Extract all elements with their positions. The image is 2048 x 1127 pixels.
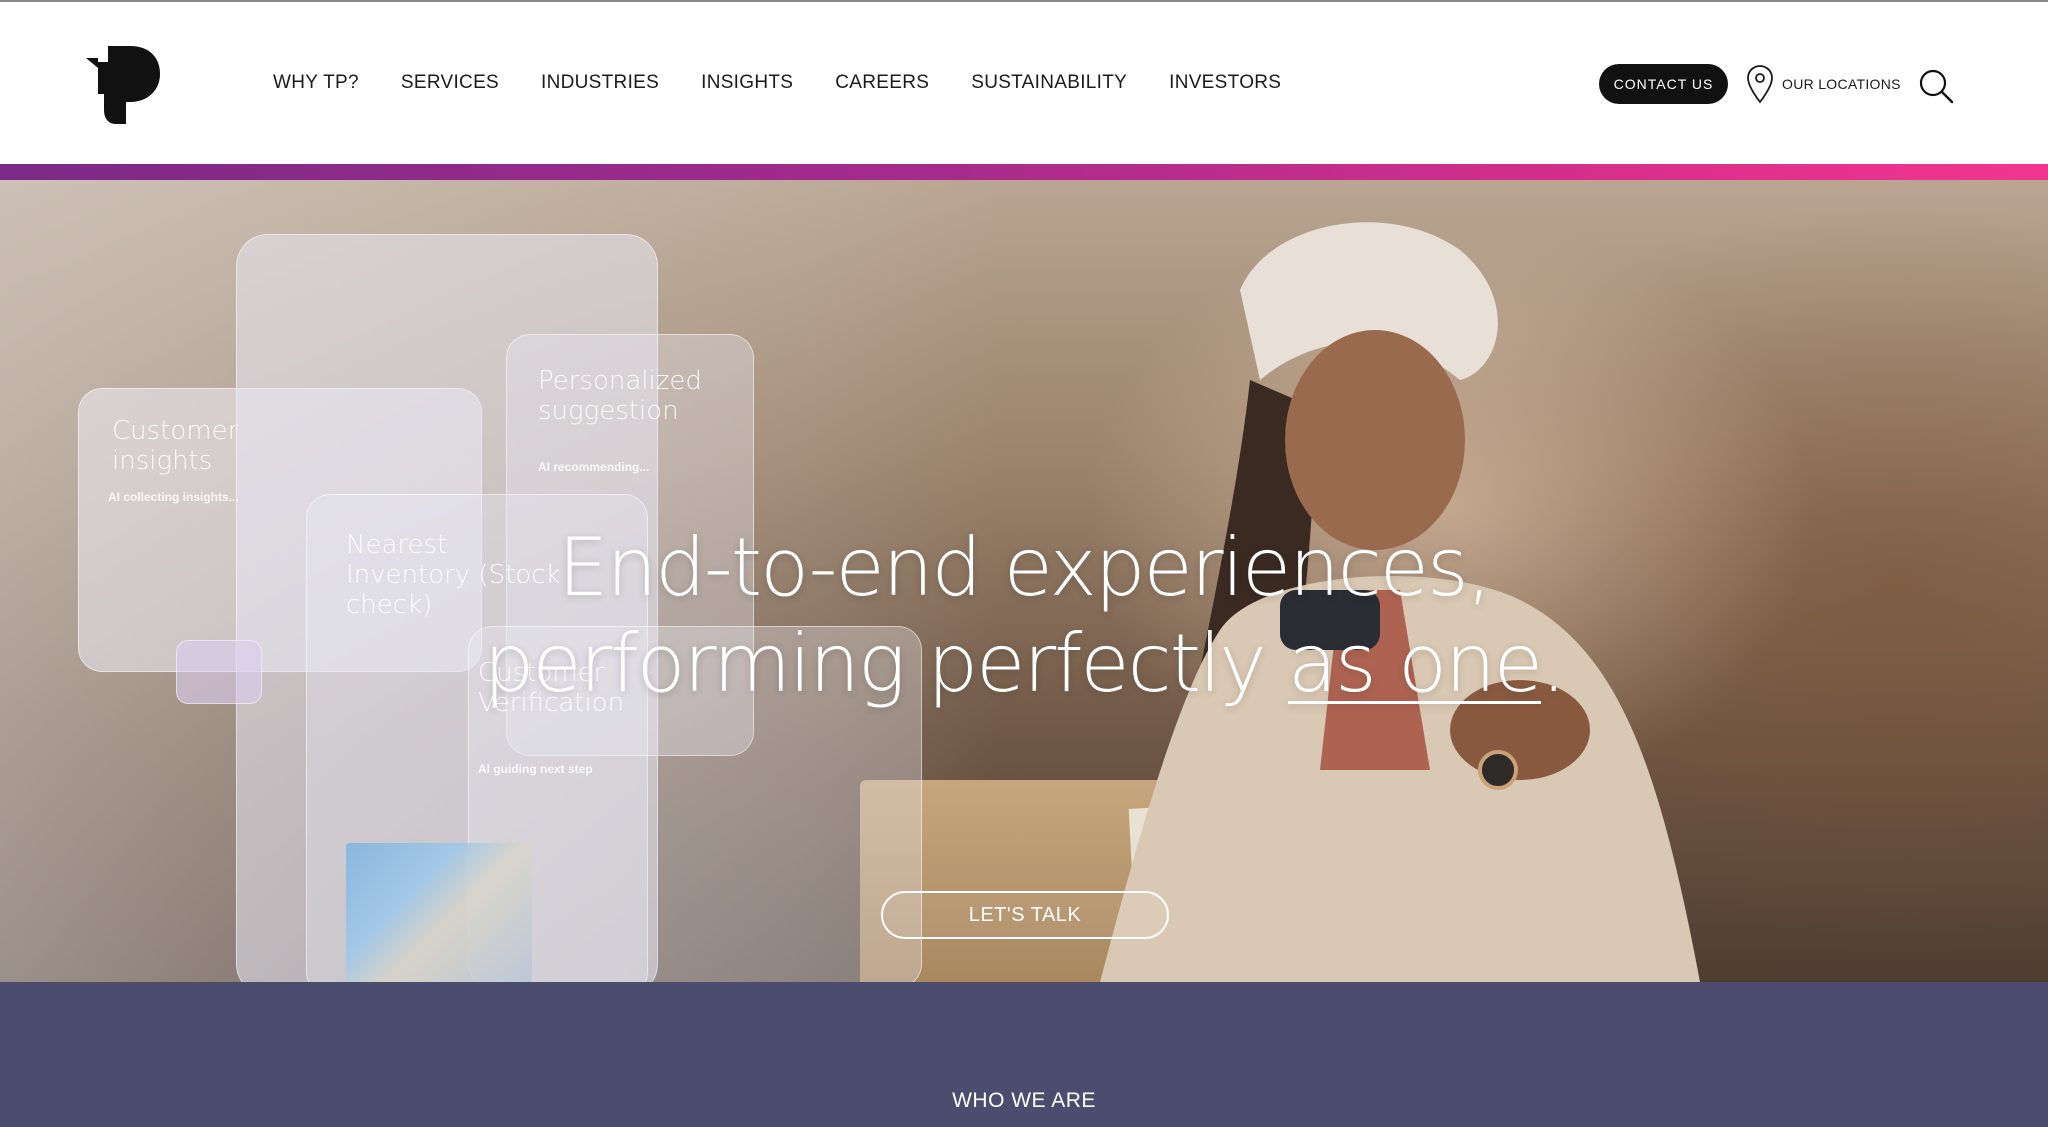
our-locations-label: OUR LOCATIONS <box>1782 76 1901 92</box>
nav-careers[interactable]: CAREERS <box>835 72 929 94</box>
headline-emphasis: as one <box>1287 616 1543 710</box>
who-we-are-section: WHO WE ARE <box>0 982 2048 1127</box>
tp-logo[interactable] <box>86 46 160 124</box>
headline-line-2: performing perfectly as one. <box>0 616 2048 712</box>
label-personalized: Personalized suggestion <box>538 366 702 426</box>
search-icon[interactable] <box>1918 68 1954 104</box>
headline-line-2-post: . <box>1540 616 1566 710</box>
headline-line-2-pre: performing perfectly <box>483 616 1288 710</box>
map-pin-icon <box>1747 65 1773 104</box>
hero-headline: End-to-end experiences, performing perfe… <box>0 520 2048 712</box>
our-locations-link[interactable]: OUR LOCATIONS <box>1746 64 1901 104</box>
contact-us-button[interactable]: CONTACT US <box>1599 64 1728 104</box>
nav-why-tp[interactable]: WHY TP? <box>273 72 359 94</box>
panel-map-image <box>346 843 532 982</box>
hero-section: Customer insights AI collecting insights… <box>0 180 2048 982</box>
who-we-are-title: WHO WE ARE <box>952 1089 1096 1112</box>
label-ai-guiding: AI guiding next step <box>478 762 593 776</box>
brand-gradient-bar <box>0 164 2048 180</box>
nav-investors[interactable]: INVESTORS <box>1169 72 1281 94</box>
lets-talk-button[interactable]: LET'S TALK <box>881 891 1169 939</box>
site-header: WHY TP? SERVICES INDUSTRIES INSIGHTS CAR… <box>0 0 2048 164</box>
nav-industries[interactable]: INDUSTRIES <box>541 72 659 94</box>
nav-services[interactable]: SERVICES <box>401 72 499 94</box>
headline-line-1: End-to-end experiences, <box>557 520 1492 614</box>
label-ai-collecting: AI collecting insights... <box>108 490 239 504</box>
label-ai-recommending: AI recommending... <box>538 460 650 474</box>
main-nav: WHY TP? SERVICES INDUSTRIES INSIGHTS CAR… <box>273 72 1323 94</box>
nav-insights[interactable]: INSIGHTS <box>701 72 793 94</box>
label-customer-insights: Customer insights <box>112 416 239 476</box>
nav-sustainability[interactable]: SUSTAINABILITY <box>971 72 1127 94</box>
